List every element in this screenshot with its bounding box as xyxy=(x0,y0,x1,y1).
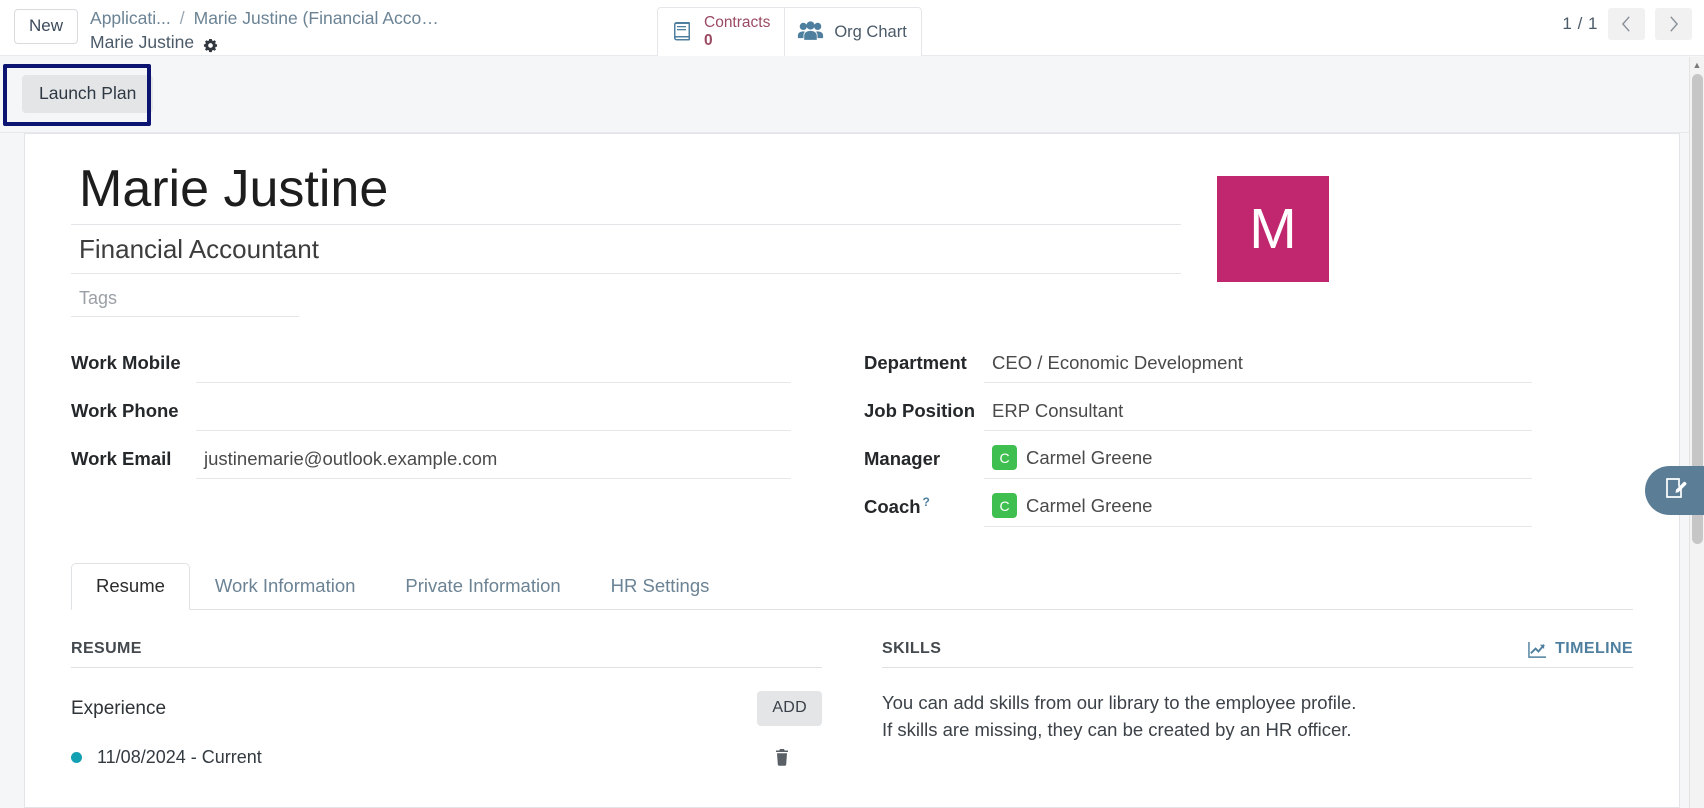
scroll-up-arrow-icon[interactable]: ▲ xyxy=(1690,57,1704,72)
tab-hr-settings[interactable]: HR Settings xyxy=(586,563,735,610)
employee-avatar[interactable]: M xyxy=(1217,176,1329,282)
job-title-input[interactable]: Financial Accountant xyxy=(71,225,1181,275)
field-work-mobile: Work Mobile xyxy=(71,335,852,384)
pager-next-button[interactable] xyxy=(1655,8,1692,40)
work-email-input[interactable]: justinemarie@outlook.example.com xyxy=(196,448,791,480)
stat-org-chart-label: Org Chart xyxy=(834,22,907,41)
tags-input[interactable]: Tags xyxy=(71,285,299,318)
resume-experience-row: Experience ADD xyxy=(71,691,822,727)
coach-avatar: C xyxy=(992,493,1017,519)
field-label: Job Position xyxy=(864,400,975,422)
coach-input[interactable]: C Carmel Greene xyxy=(984,493,1532,528)
field-label: Manager xyxy=(864,448,941,470)
tab-resume[interactable]: Resume xyxy=(71,563,190,611)
resume-entry[interactable]: 11/08/2024 - Current xyxy=(71,747,822,768)
field-label: Coach? xyxy=(864,495,984,527)
tab-work-information[interactable]: Work Information xyxy=(190,563,381,610)
job-position-input[interactable]: ERP Consultant xyxy=(984,400,1532,432)
stat-button-org-chart[interactable]: Org Chart xyxy=(784,8,921,58)
timeline-label: TIMELINE xyxy=(1555,640,1633,658)
add-resume-line-button[interactable]: ADD xyxy=(757,691,822,727)
skills-empty-line-2: If skills are missing, they can be creat… xyxy=(882,719,1352,741)
skills-panel: SKILLS TIMELINE You can add skills from … xyxy=(882,640,1633,768)
trash-icon[interactable] xyxy=(775,749,789,766)
field-label: Work Mobile xyxy=(71,352,181,374)
stat-button-contracts[interactable]: Contracts 0 xyxy=(658,8,785,58)
resume-panel: RESUME Experience ADD 11/08/2024 - Curre… xyxy=(71,640,822,768)
action-bar: Launch Plan xyxy=(0,56,1704,133)
field-label: Work Phone xyxy=(71,400,179,422)
breadcrumb-record-name: Marie Justine xyxy=(90,32,195,53)
notebook-tabs: Resume Work Information Private Informat… xyxy=(71,563,1633,611)
field-department: Department CEO / Economic Development xyxy=(864,335,1633,384)
pager: 1 / 1 xyxy=(1562,8,1692,40)
field-grid: Work Mobile Work Phone Work Email justin… xyxy=(71,335,1633,528)
tab-panel-resume: RESUME Experience ADD 11/08/2024 - Curre… xyxy=(71,640,1633,768)
manager-name: Carmel Greene xyxy=(1026,446,1153,468)
work-mobile-input[interactable] xyxy=(196,353,791,384)
help-icon[interactable]: ? xyxy=(923,495,930,509)
edit-note-icon xyxy=(1663,476,1687,505)
vertical-scrollbar[interactable]: ▲ xyxy=(1689,57,1704,808)
gear-icon[interactable] xyxy=(203,35,218,52)
form-sheet-area: Marie Justine Financial Accountant Tags … xyxy=(0,133,1704,808)
stat-contracts-text: Contracts 0 xyxy=(704,14,770,51)
field-work-email: Work Email justinemarie@outlook.example.… xyxy=(71,431,852,480)
employee-name-input[interactable]: Marie Justine xyxy=(71,160,1181,226)
stat-contracts-label: Contracts xyxy=(704,14,771,31)
breadcrumb-line-bottom: Marie Justine xyxy=(90,30,442,54)
resume-heading: RESUME xyxy=(71,640,822,669)
field-label: Department xyxy=(864,352,967,374)
manager-avatar: C xyxy=(992,445,1017,471)
coach-name: Carmel Greene xyxy=(1026,494,1153,516)
field-coach: Coach? C Carmel Greene xyxy=(864,479,1633,528)
skills-empty-line-1: You can add skills from our library to t… xyxy=(882,692,1357,714)
control-panel: New Applicati... / Marie Justine (Financ… xyxy=(0,0,1704,59)
skills-heading-text: SKILLS xyxy=(882,640,942,658)
new-button[interactable]: New xyxy=(14,9,79,44)
edit-note-fab-button[interactable] xyxy=(1645,466,1704,515)
launch-plan-button[interactable]: Launch Plan xyxy=(22,74,154,114)
line-chart-icon xyxy=(1528,641,1547,658)
skills-timeline-link[interactable]: TIMELINE xyxy=(1528,640,1633,658)
breadcrumb-record-link[interactable]: Marie Justine (Financial Accou... xyxy=(194,6,442,30)
book-icon xyxy=(670,20,694,44)
field-manager: Manager C Carmel Greene xyxy=(864,431,1633,480)
manager-input[interactable]: C Carmel Greene xyxy=(984,445,1532,480)
breadcrumb-separator: / xyxy=(179,8,185,28)
pager-previous-button[interactable] xyxy=(1608,8,1645,40)
breadcrumb-parent-link[interactable]: Applicati... xyxy=(90,6,171,30)
resume-section-title: Experience xyxy=(71,697,167,719)
coach-label-text: Coach xyxy=(864,496,921,518)
status-bullet-icon xyxy=(71,752,82,764)
department-input[interactable]: CEO / Economic Development xyxy=(984,352,1532,384)
skills-heading: SKILLS TIMELINE xyxy=(882,640,1633,669)
people-icon xyxy=(797,21,824,43)
field-job-position: Job Position ERP Consultant xyxy=(864,383,1633,432)
resume-heading-text: RESUME xyxy=(71,640,142,658)
breadcrumb: Applicati... / Marie Justine (Financial … xyxy=(90,6,442,54)
field-column-right: Department CEO / Economic Development Jo… xyxy=(852,335,1633,528)
work-phone-input[interactable] xyxy=(196,401,791,432)
field-column-left: Work Mobile Work Phone Work Email justin… xyxy=(71,335,852,527)
resume-entry-date: 11/08/2024 - Current xyxy=(97,747,262,768)
stat-button-group: Contracts 0 Org Chart xyxy=(657,7,922,59)
title-row: Marie Justine Financial Accountant Tags … xyxy=(71,160,1633,318)
pager-count: 1 / 1 xyxy=(1562,14,1598,33)
stat-contracts-value: 0 xyxy=(704,32,713,50)
employee-form-sheet: Marie Justine Financial Accountant Tags … xyxy=(24,133,1680,808)
field-label: Work Email xyxy=(71,448,172,470)
tab-private-information[interactable]: Private Information xyxy=(380,563,585,610)
title-fields: Marie Justine Financial Accountant Tags xyxy=(71,160,1181,318)
skills-empty-message: You can add skills from our library to t… xyxy=(882,690,1633,744)
field-work-phone: Work Phone xyxy=(71,383,852,432)
breadcrumb-line-top: Applicati... / Marie Justine (Financial … xyxy=(90,6,442,30)
